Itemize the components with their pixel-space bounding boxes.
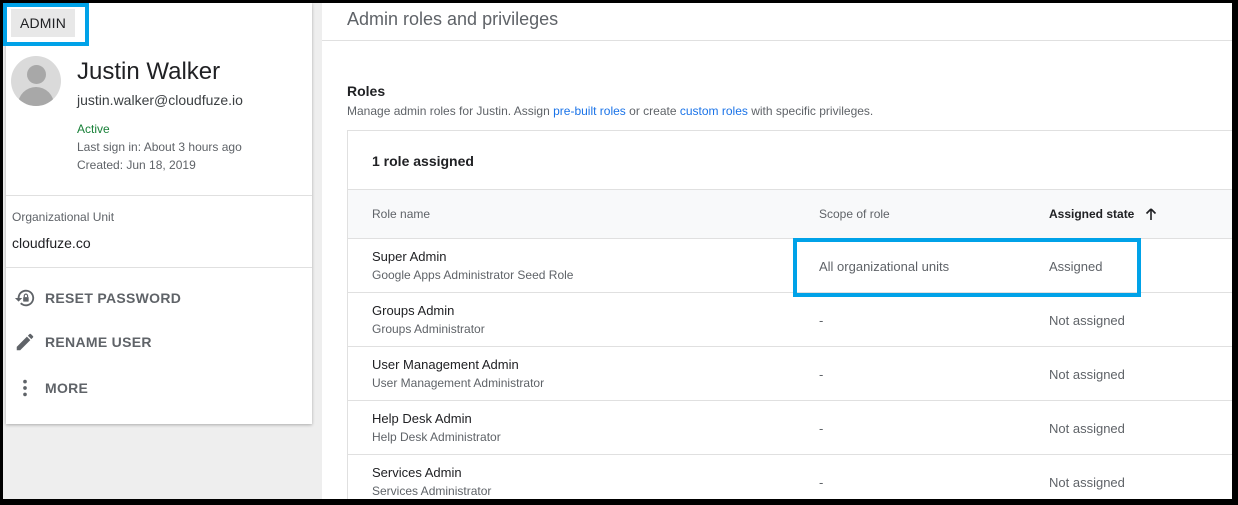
role-name: Help Desk Admin	[372, 411, 472, 426]
role-state: Not assigned	[1049, 367, 1125, 382]
role-description: Help Desk Administrator	[372, 430, 501, 444]
org-unit-value: cloudfuze.co	[12, 235, 91, 251]
roles-description: Manage admin roles for Justin. Assign pr…	[347, 104, 874, 118]
rename-user-button[interactable]: RENAME USER	[14, 329, 152, 355]
last-sign-in: Last sign in: About 3 hours ago	[77, 140, 242, 154]
column-header-scope[interactable]: Scope of role	[819, 207, 890, 221]
page-title: Admin roles and privileges	[347, 9, 559, 29]
lock-reset-icon	[14, 289, 35, 307]
rename-user-label: RENAME USER	[45, 334, 152, 350]
admin-chip-highlight	[3, 3, 89, 46]
user-email: justin.walker@cloudfuze.io	[77, 92, 243, 108]
table-header: Role name Scope of role Assigned state	[348, 190, 1232, 239]
role-description: Google Apps Administrator Seed Role	[372, 268, 574, 282]
role-name: Services Admin	[372, 465, 462, 480]
org-unit-label: Organizational Unit	[12, 210, 115, 224]
column-header-role-name[interactable]: Role name	[372, 207, 430, 221]
divider	[6, 267, 312, 268]
role-description: User Management Administrator	[372, 376, 545, 390]
user-status: Active	[77, 122, 110, 136]
sort-ascending-icon	[1146, 208, 1157, 220]
table-row[interactable]: User Management Admin User Management Ad…	[348, 347, 1232, 401]
roles-table: 1 role assigned Role name Scope of role …	[347, 130, 1232, 499]
role-scope: -	[819, 475, 824, 490]
divider	[6, 195, 312, 196]
super-admin-highlight	[793, 238, 1141, 297]
roles-heading: Roles	[347, 83, 386, 99]
pre-built-roles-link[interactable]: pre-built roles	[553, 104, 626, 118]
user-card: ADMIN Justin Walker justin.walker@cloudf…	[6, 3, 312, 424]
user-name: Justin Walker	[77, 58, 221, 85]
role-state: Not assigned	[1049, 313, 1125, 328]
role-name: User Management Admin	[372, 357, 519, 372]
created-date: Created: Jun 18, 2019	[77, 158, 196, 172]
role-scope: -	[819, 367, 824, 382]
panel-header: Admin roles and privileges	[322, 3, 1232, 41]
column-header-assigned-state[interactable]: Assigned state	[1049, 207, 1158, 221]
custom-roles-link[interactable]: custom roles	[680, 104, 748, 118]
role-state: Not assigned	[1049, 475, 1125, 490]
avatar	[11, 56, 61, 106]
role-name: Super Admin	[372, 249, 447, 264]
assigned-state-header-label: Assigned state	[1049, 207, 1135, 221]
table-row[interactable]: Services Admin Services Administrator - …	[348, 455, 1232, 499]
pencil-icon	[16, 333, 34, 351]
reset-password-label: RESET PASSWORD	[45, 290, 182, 306]
role-description: Groups Administrator	[372, 322, 485, 336]
role-count-row: 1 role assigned	[348, 131, 1232, 190]
role-scope: -	[819, 313, 824, 328]
screenshot-frame: ADMIN Justin Walker justin.walker@cloudf…	[3, 3, 1232, 499]
role-description: Services Administrator	[372, 484, 492, 498]
reset-password-button[interactable]: RESET PASSWORD	[14, 285, 181, 311]
table-row[interactable]: Groups Admin Groups Administrator - Not …	[348, 293, 1232, 347]
more-vert-icon	[23, 379, 27, 397]
role-count: 1 role assigned	[372, 153, 474, 169]
role-state: Not assigned	[1049, 421, 1125, 436]
more-label: MORE	[45, 380, 89, 396]
role-scope: -	[819, 421, 824, 436]
more-button[interactable]: MORE	[14, 375, 88, 401]
role-name: Groups Admin	[372, 303, 455, 318]
table-row[interactable]: Help Desk Admin Help Desk Administrator …	[348, 401, 1232, 455]
